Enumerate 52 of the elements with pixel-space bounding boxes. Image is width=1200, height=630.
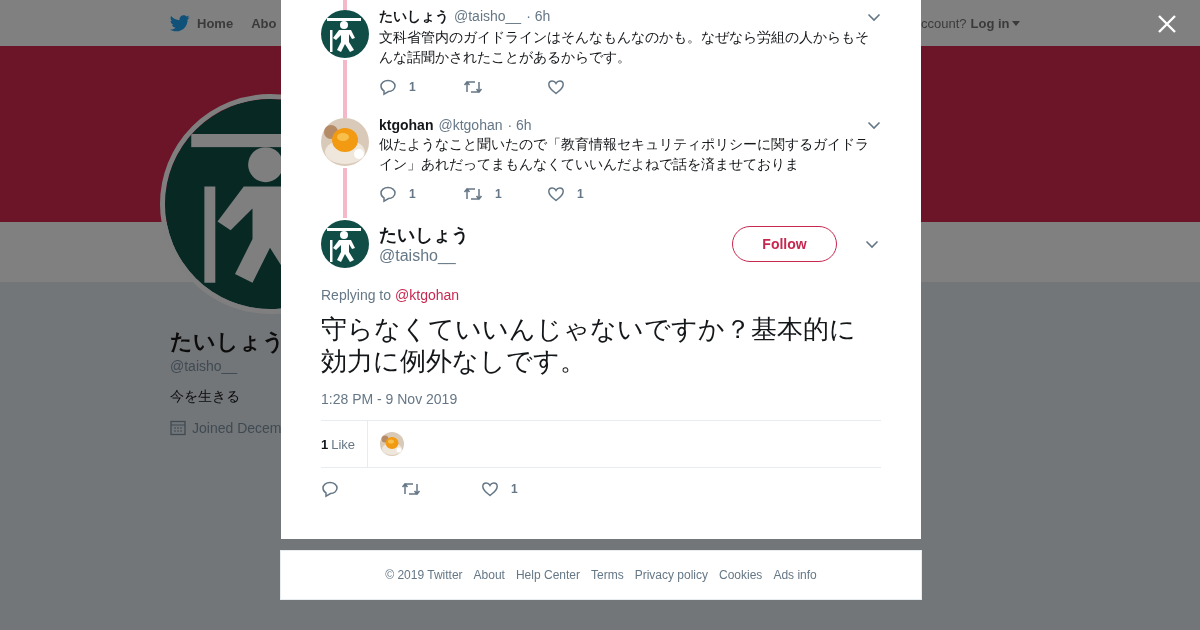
retweet-icon[interactable] — [401, 480, 421, 498]
mention-link[interactable]: @ktgohan — [395, 287, 460, 303]
running-figure-icon — [321, 220, 369, 268]
follow-button[interactable]: Follow — [732, 226, 837, 262]
heart-icon[interactable] — [481, 480, 499, 498]
reply-icon[interactable] — [379, 185, 397, 203]
like-stat[interactable]: 1 Like — [321, 421, 369, 467]
tweet-time[interactable]: · 6h — [526, 8, 551, 24]
account-prompt: ccount? — [921, 15, 967, 31]
running-figure-icon — [321, 10, 369, 58]
reply-icon[interactable] — [321, 480, 339, 498]
user-handle: @ktgohan — [438, 117, 503, 133]
user-handle: @taisho__ — [379, 247, 457, 265]
close-icon[interactable] — [1157, 14, 1177, 34]
footer-link[interactable]: About — [473, 568, 505, 582]
tweet-text: 文科省管内のガイドラインはそんなもんなのかも。なぜなら労組の人からもそんな話聞かされたことがあるからです。 — [379, 28, 870, 67]
footer-link[interactable]: Cookies — [719, 568, 763, 582]
profile-bio: 今を生きる — [170, 388, 241, 406]
retweet-icon[interactable] — [463, 78, 483, 96]
replying-label: Replying to — [321, 287, 392, 303]
tweet-text: 似たようなこと聞いたので「教育情報セキュリティポリシーに関するガイドライン」あれだってまもんなくていいんだよねで話を済ませておりま — [379, 135, 870, 174]
retweet-icon[interactable] — [463, 185, 483, 203]
retweet-count: 1 — [495, 187, 502, 201]
footer-link[interactable]: © 2019 Twitter — [385, 568, 463, 582]
like-count: 1 — [511, 482, 518, 496]
user-handle: @taisho__ — [454, 8, 522, 24]
nav-link[interactable]: Abo — [251, 15, 277, 31]
footer-link[interactable]: Privacy policy — [634, 568, 708, 582]
reply-icon[interactable] — [379, 78, 397, 96]
footer-link[interactable]: Help Center — [515, 568, 580, 582]
calendar-icon — [170, 420, 186, 436]
chevron-down-icon[interactable] — [865, 239, 879, 249]
tweet-time[interactable]: · 6h — [507, 117, 532, 133]
user-name[interactable]: たいしょう — [379, 223, 722, 247]
tweet-text: 守らなくていいんじゃないですか？基本的に効力に例外なしです。 — [321, 313, 857, 377]
like-count: 1 — [577, 187, 584, 201]
heart-icon[interactable] — [547, 78, 565, 96]
user-name[interactable]: ktgohan — [379, 117, 434, 133]
nav-link[interactable]: Home — [170, 14, 234, 32]
caret-icon — [1011, 20, 1020, 26]
reply-count: 1 — [409, 187, 416, 201]
bird-icon — [170, 14, 190, 32]
login-link[interactable]: Log in — [970, 15, 1020, 31]
tweet-timestamp: 1:28 PM - 9 Nov 2019 — [321, 391, 459, 407]
footer-link[interactable]: Ads info — [773, 568, 817, 582]
chevron-down-icon[interactable] — [867, 12, 881, 22]
reply-count: 1 — [409, 80, 416, 94]
profile-name: たいしょう — [170, 328, 281, 356]
user-name[interactable]: たいしょう — [379, 8, 449, 26]
heart-icon[interactable] — [547, 185, 565, 203]
chevron-down-icon[interactable] — [867, 120, 881, 130]
footer-link[interactable]: Terms — [591, 568, 624, 582]
